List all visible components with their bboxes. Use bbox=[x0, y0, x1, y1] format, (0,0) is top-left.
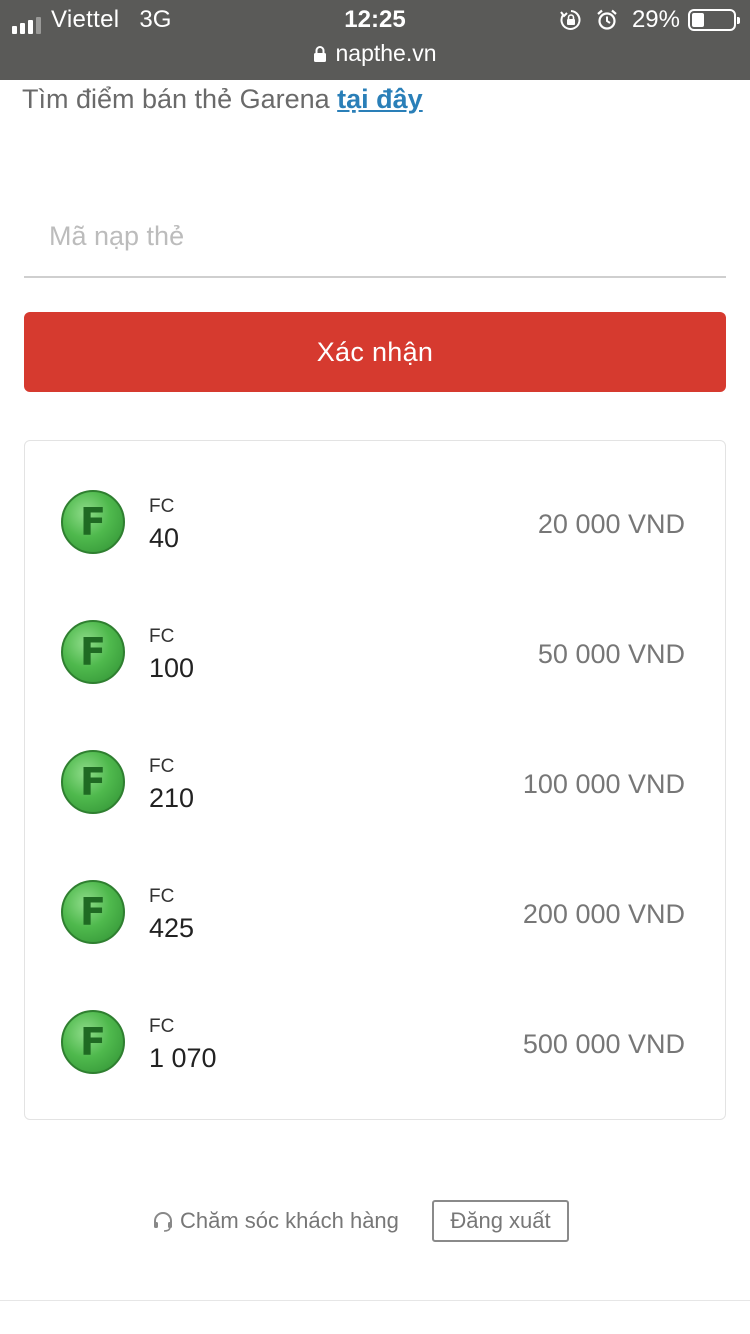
package-list: F FC 40 20 000 VND F FC 100 50 000 VND F… bbox=[24, 440, 726, 1120]
alarm-icon bbox=[597, 9, 617, 30]
fc-coin-icon: F bbox=[61, 750, 125, 814]
package-row[interactable]: F FC 210 100 000 VND bbox=[25, 735, 725, 865]
package-unit: FC bbox=[149, 496, 175, 517]
coin-letter: F bbox=[80, 500, 106, 544]
coin-letter: F bbox=[80, 1020, 106, 1064]
battery-level bbox=[692, 13, 704, 27]
url-bar[interactable]: napthe.vn bbox=[0, 40, 750, 67]
package-price: 100 000 VND bbox=[522, 769, 685, 799]
package-price: 500 000 VND bbox=[522, 1029, 685, 1059]
logout-button[interactable]: Đăng xuất bbox=[432, 1200, 569, 1242]
package-amount: 100 bbox=[149, 653, 195, 683]
package-row[interactable]: F FC 425 200 000 VND bbox=[25, 865, 725, 995]
package-unit: FC bbox=[149, 626, 175, 647]
battery-icon bbox=[688, 9, 740, 31]
battery-percent: 29% bbox=[631, 6, 680, 33]
card-code-input[interactable] bbox=[24, 196, 726, 278]
find-store-label: Tìm điểm bán thẻ Garena bbox=[22, 84, 338, 114]
coin-letter: F bbox=[80, 890, 106, 934]
fc-coin-icon: F bbox=[61, 490, 125, 554]
package-row[interactable]: F FC 100 50 000 VND bbox=[25, 605, 725, 735]
coin-letter: F bbox=[80, 630, 106, 674]
package-amount: 210 bbox=[149, 783, 195, 813]
confirm-button[interactable]: Xác nhận bbox=[24, 312, 726, 392]
status-bar: Viettel 3G 12:25 29% napthe.vn bbox=[0, 0, 750, 80]
package-price: 50 000 VND bbox=[537, 639, 685, 669]
url-text: napthe.vn bbox=[335, 40, 437, 66]
package-unit: FC bbox=[149, 1016, 175, 1037]
package-unit: FC bbox=[149, 756, 175, 777]
bottom-divider bbox=[0, 1300, 750, 1301]
footer: Chăm sóc khách hàng Đăng xuất bbox=[0, 1200, 750, 1242]
fc-coin-icon: F bbox=[61, 1010, 125, 1074]
package-amount: 425 bbox=[149, 913, 195, 943]
fc-coin-icon: F bbox=[61, 880, 125, 944]
find-store-text: Tìm điểm bán thẻ Garena tại đây bbox=[22, 84, 423, 115]
fc-coin-icon: F bbox=[61, 620, 125, 684]
headset-icon bbox=[154, 1212, 172, 1232]
package-row[interactable]: F FC 1 070 500 000 VND bbox=[25, 995, 725, 1125]
package-amount: 40 bbox=[149, 523, 180, 553]
package-amount: 1 070 bbox=[149, 1043, 217, 1073]
package-unit: FC bbox=[149, 886, 175, 907]
find-store-link[interactable]: tại đây bbox=[337, 84, 423, 114]
rotation-lock-icon bbox=[560, 10, 581, 30]
coin-letter: F bbox=[80, 760, 106, 804]
package-price: 200 000 VND bbox=[522, 899, 685, 929]
support-label: Chăm sóc khách hàng bbox=[180, 1208, 399, 1233]
lock-icon bbox=[314, 45, 327, 62]
customer-support-link[interactable]: Chăm sóc khách hàng bbox=[152, 1200, 399, 1242]
status-right: 29% bbox=[560, 6, 740, 34]
package-row[interactable]: F FC 40 20 000 VND bbox=[25, 475, 725, 605]
package-price: 20 000 VND bbox=[537, 509, 685, 539]
